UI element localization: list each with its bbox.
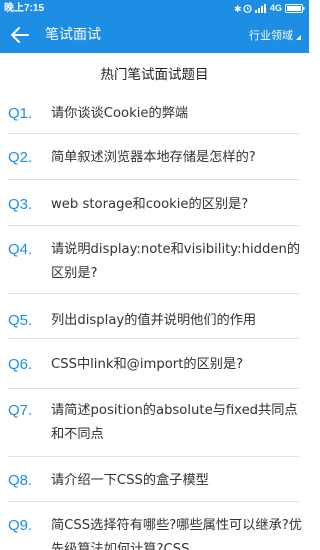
list-item[interactable]: Q6. CSS中link和@import的区别是? (0, 339, 309, 389)
list-item[interactable]: Q2. 简单叙述浏览器本地存储是怎样的? (0, 134, 309, 180)
industry-filter-button[interactable]: 行业领域 (249, 27, 301, 43)
list-item[interactable]: Q5. 列出display的值并说明他们的作用 (0, 294, 309, 339)
list-item[interactable]: Q8. 请介绍一下CSS的盒子模型 (0, 457, 309, 502)
list-item[interactable]: Q4. 请说明display:note和visibility:hidden的区别… (0, 226, 309, 294)
alarm-icon (243, 4, 252, 13)
question-text: 简CSS选择符有哪些?哪些属性可以继承?优先级算法如何计算?CSS (51, 518, 302, 550)
network-type: 4G (269, 3, 282, 13)
question-number: Q4. (8, 241, 33, 258)
status-icons: ✱ 4G (234, 2, 305, 15)
question-text: 简单叙述浏览器本地存储是怎样的? (51, 150, 256, 165)
question-text: 请简述position的absolute与fixed共同点和不同点 (51, 403, 298, 442)
signal-icon (254, 4, 267, 13)
question-number: Q3. (8, 196, 33, 213)
bluetooth-icon: ✱ (233, 3, 242, 14)
question-number: Q6. (8, 356, 33, 373)
dropdown-triangle-icon (296, 35, 301, 40)
question-number: Q9. (8, 517, 33, 534)
status-time: 晚上7:15 (4, 3, 45, 14)
question-number: Q2. (8, 149, 33, 166)
list-title: 热门笔试面试题目 (100, 67, 209, 83)
question-number: Q5. (8, 312, 33, 329)
question-text: CSS中link和@import的区别是? (51, 357, 244, 372)
question-text: web storage和cookie的区别是? (51, 197, 249, 212)
status-bar: 晚上7:15 ✱ 4G (0, 0, 309, 17)
question-number: Q1. (8, 105, 33, 122)
list-item[interactable]: Q1. 请你谈谈Cookie的弊端 (0, 94, 309, 134)
battery-icon (285, 4, 305, 13)
list-item[interactable]: Q7. 请简述position的absolute与fixed共同点和不同点 (0, 389, 309, 457)
page-header-title: 笔试面试 (45, 27, 101, 43)
question-number: Q7. (8, 402, 33, 419)
question-text: 请说明display:note和visibility:hidden的区别是? (51, 242, 301, 281)
back-arrow-icon[interactable] (10, 26, 30, 44)
list-item[interactable]: Q9. 简CSS选择符有哪些?哪些属性可以继承?优先级算法如何计算?CSS (0, 502, 309, 550)
question-text: 请介绍一下CSS的盒子模型 (51, 473, 209, 488)
app-bar: 笔试面试 行业领域 (0, 17, 309, 53)
question-text: 列出display的值并说明他们的作用 (51, 313, 257, 328)
list-item[interactable]: Q3. web storage和cookie的区别是? (0, 180, 309, 226)
question-text: 请你谈谈Cookie的弊端 (51, 106, 189, 121)
question-number: Q8. (8, 472, 33, 489)
industry-filter-label: 行业领域 (249, 29, 293, 42)
